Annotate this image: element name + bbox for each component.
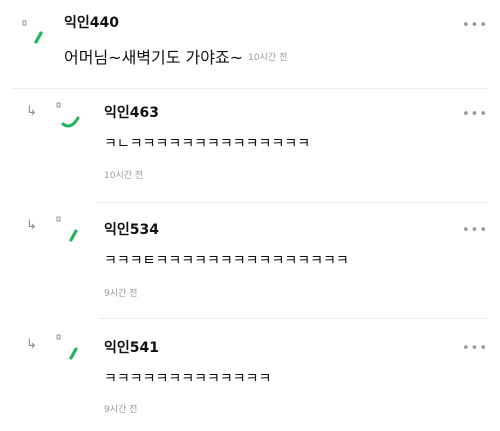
timestamp: 9시간 전: [104, 405, 138, 415]
avatar[interactable]: [22, 20, 52, 50]
avatar-icon: [56, 102, 80, 128]
comment-body: ㅋㅋㅋㅌㅋㅋㅋㅋㅋㅋㅋㅋㅋㅋㅋㅋㅋㅋㅋ: [104, 253, 349, 269]
divider: [98, 318, 488, 319]
divider: [12, 88, 488, 89]
author-name[interactable]: 익인440: [64, 16, 119, 30]
author-name[interactable]: 익인541: [104, 341, 159, 355]
timestamp: 9시간 전: [104, 289, 138, 299]
comment-body: ㅋㅋㅋㅋㅋㅋㅋㅋㅋㅋㅋㅋㅋ: [104, 371, 272, 387]
avatar[interactable]: [56, 102, 86, 132]
reply-comment: ↳ 익인541 ••• ㅋㅋㅋㅋㅋㅋㅋㅋㅋㅋㅋㅋㅋ 9시간 전: [0, 322, 500, 431]
reply-comment: ↳ 익인534 ••• ㅋㅋㅋㅌㅋㅋㅋㅋㅋㅋㅋㅋㅋㅋㅋㅋㅋㅋㅋ 9시간 전: [0, 206, 500, 316]
avatar[interactable]: [56, 216, 86, 246]
more-options-button[interactable]: •••: [462, 108, 488, 121]
more-options-button[interactable]: •••: [462, 342, 488, 355]
comment-root: 익인440 ••• 어머님~새벽기도 가야죠~ 10시간 전: [0, 0, 500, 92]
avatar[interactable]: [56, 334, 86, 364]
avatar-icon: [22, 20, 43, 44]
comment-text: 어머님~새벽기도 가야죠~ 10시간 전: [64, 50, 287, 66]
reply-comment: ↳ 익인463 ••• ㅋㄴㅋㅋㅋㅋㅋㅋㅋㅋㅋㅋㅋㅋㅋㅋ 10시간 전: [0, 92, 500, 202]
comment-body: ㅋㄴㅋㅋㅋㅋㅋㅋㅋㅋㅋㅋㅋㅋㅋㅋ: [104, 136, 311, 152]
reply-arrow-icon: ↳: [26, 104, 37, 119]
reply-arrow-icon: ↳: [26, 218, 37, 233]
more-options-button[interactable]: •••: [462, 224, 488, 237]
timestamp: 10시간 전: [104, 171, 144, 181]
author-name[interactable]: 익인534: [104, 223, 159, 237]
timestamp: 10시간 전: [248, 53, 288, 63]
divider: [98, 202, 488, 203]
author-name[interactable]: 익인463: [104, 106, 159, 120]
avatar-icon: [56, 216, 78, 242]
comment-body: 어머님~새벽기도 가야죠~: [64, 48, 244, 67]
more-options-button[interactable]: •••: [462, 19, 488, 32]
reply-arrow-icon: ↳: [26, 337, 37, 352]
avatar-icon: [56, 334, 78, 360]
